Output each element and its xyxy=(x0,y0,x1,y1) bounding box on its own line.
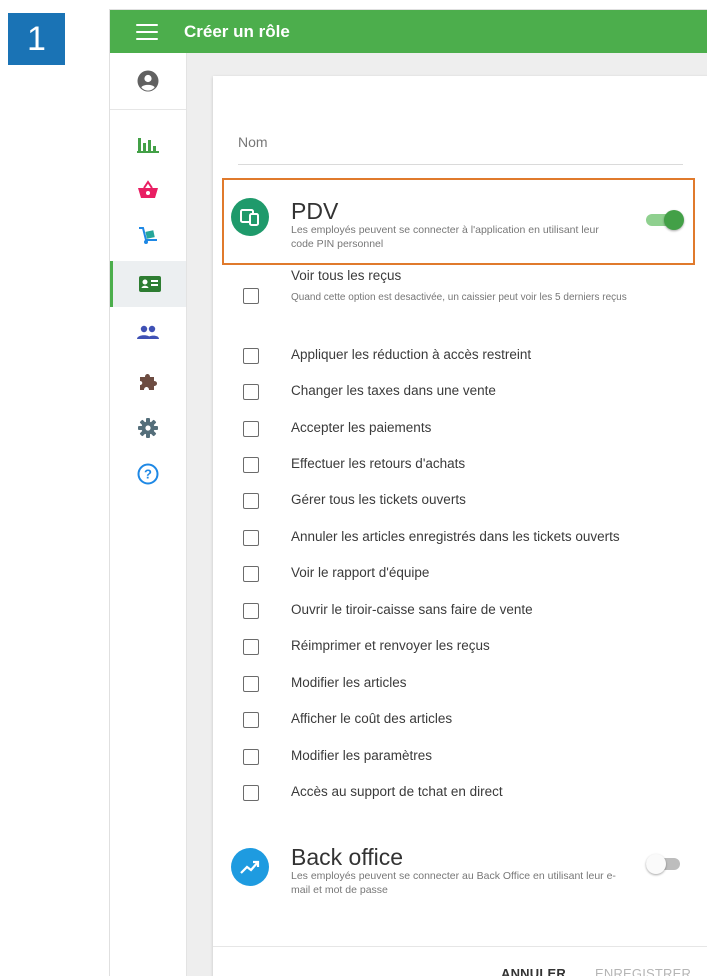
permission-checkbox[interactable] xyxy=(243,749,259,765)
permission-label: Annuler les articles enregistrés dans le… xyxy=(291,529,620,544)
pdv-title: PDV xyxy=(291,198,339,224)
name-input[interactable] xyxy=(238,164,683,165)
pdv-description: Les employés peuvent se connecter à l'ap… xyxy=(291,224,599,250)
back-office-description: Les employés peuvent se connecter au Bac… xyxy=(291,870,616,896)
permission-checkbox[interactable] xyxy=(243,348,259,364)
puzzle-icon[interactable] xyxy=(110,359,186,405)
permission-label: Modifier les articles xyxy=(291,675,407,690)
permission-checkbox[interactable] xyxy=(243,530,259,546)
permission-label: Réimprimer et renvoyer les reçus xyxy=(291,638,490,653)
permission-label: Changer les taxes dans une vente xyxy=(291,383,496,398)
permission-sublabel: Quand cette option est desactivée, un ca… xyxy=(291,292,627,303)
help-icon[interactable]: ? xyxy=(110,451,186,497)
permission-checkbox[interactable] xyxy=(243,457,259,473)
permission-checkbox[interactable] xyxy=(243,493,259,509)
permission-checkbox[interactable] xyxy=(243,785,259,801)
permission-label: Ouvrir le tiroir-caisse sans faire de ve… xyxy=(291,602,533,617)
form-footer: ANNULER ENREGISTRER xyxy=(213,946,707,976)
permission-checkbox[interactable] xyxy=(243,676,259,692)
gear-icon[interactable] xyxy=(110,405,186,451)
people-icon[interactable] xyxy=(110,309,186,355)
permission-label: Voir tous les reçus xyxy=(291,268,402,283)
permission-checkbox[interactable] xyxy=(243,566,259,582)
role-form-card: Nom PDV Les employés peuvent se connecte… xyxy=(213,76,707,976)
app-bar: Créer un rôle xyxy=(110,10,707,53)
permission-label: Voir le rapport d'équipe xyxy=(291,565,430,580)
permission-label: Gérer tous les tickets ouverts xyxy=(291,492,466,507)
cancel-button[interactable]: ANNULER xyxy=(501,966,566,976)
permission-checkbox[interactable] xyxy=(243,288,259,304)
trending-up-icon xyxy=(231,848,269,886)
permission-label: Accès au support de tchat en direct xyxy=(291,784,503,799)
name-field-label: Nom xyxy=(238,134,268,150)
basket-icon[interactable] xyxy=(110,167,186,213)
permission-label: Modifier les paramètres xyxy=(291,748,433,763)
permission-checkbox[interactable] xyxy=(243,421,259,437)
devices-icon xyxy=(231,198,269,236)
back-office-title: Back office xyxy=(291,844,404,870)
svg-text:?: ? xyxy=(144,467,152,482)
sidebar: ? xyxy=(110,53,187,976)
hamburger-menu-icon[interactable] xyxy=(136,23,158,40)
save-button[interactable]: ENREGISTRER xyxy=(595,966,691,976)
id-card-icon[interactable] xyxy=(110,261,186,307)
permission-checkbox[interactable] xyxy=(243,603,259,619)
permission-label: Appliquer les réduction à accès restrein… xyxy=(291,347,532,362)
permission-label: Effectuer les retours d'achats xyxy=(291,456,466,471)
page-title: Créer un rôle xyxy=(184,21,290,41)
permission-label: Accepter les paiements xyxy=(291,420,432,435)
permission-checkbox[interactable] xyxy=(243,639,259,655)
permission-checkbox[interactable] xyxy=(243,384,259,400)
bar-chart-icon[interactable] xyxy=(110,121,186,167)
permission-label: Afficher le coût des articles xyxy=(291,711,453,726)
app-window: Créer un rôle ? Nom PDV Les employés peu… xyxy=(110,10,707,976)
step-number-badge: 1 xyxy=(8,13,65,65)
permission-checkbox[interactable] xyxy=(243,712,259,728)
pdv-toggle[interactable] xyxy=(646,210,684,230)
back-office-toggle[interactable] xyxy=(646,854,684,874)
dolly-icon[interactable] xyxy=(110,213,186,259)
account-circle-icon[interactable] xyxy=(110,53,186,110)
